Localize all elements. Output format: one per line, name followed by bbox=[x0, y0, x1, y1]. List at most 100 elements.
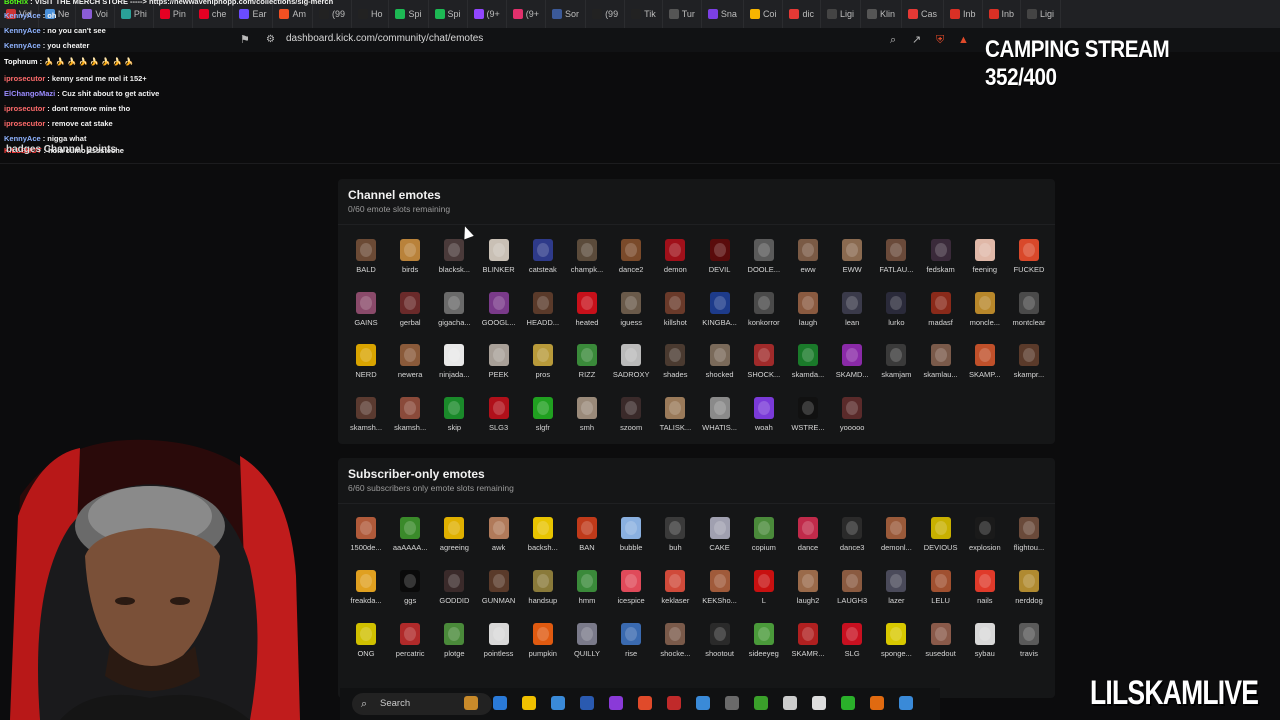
browser-tab[interactable]: Inb bbox=[983, 0, 1022, 28]
taskbar-app-icon[interactable] bbox=[783, 696, 797, 710]
emote-item[interactable]: icespice bbox=[609, 570, 653, 620]
taskbar-app-icon[interactable] bbox=[667, 696, 681, 710]
emote-item[interactable]: SKAMP... bbox=[963, 344, 1007, 394]
emote-item[interactable]: montclear bbox=[1007, 291, 1051, 342]
emote-item[interactable]: sideeyeg bbox=[742, 623, 786, 673]
emote-item[interactable]: skampr... bbox=[1007, 344, 1051, 394]
browser-tab[interactable]: Sna bbox=[702, 0, 744, 28]
emote-item[interactable]: flightou... bbox=[1007, 517, 1051, 567]
emote-item[interactable]: SKAMR... bbox=[786, 623, 830, 673]
browser-tab[interactable]: Tik bbox=[625, 0, 663, 28]
emote-item[interactable]: awk bbox=[477, 517, 521, 567]
emote-item[interactable]: demonl... bbox=[874, 517, 918, 567]
emote-item[interactable]: KINGBA... bbox=[698, 291, 742, 342]
emote-item[interactable]: skamsh... bbox=[344, 396, 388, 447]
emote-item[interactable]: LELU bbox=[919, 570, 963, 620]
emote-item[interactable]: GOOGL... bbox=[477, 291, 521, 342]
emote-item[interactable]: dance bbox=[786, 517, 830, 567]
emote-item[interactable]: birds bbox=[388, 239, 432, 289]
emote-item[interactable]: iguess bbox=[609, 291, 653, 342]
emote-item[interactable]: pumpkin bbox=[521, 623, 565, 673]
emote-item[interactable]: hmm bbox=[565, 570, 609, 620]
emote-item[interactable]: TALISK... bbox=[653, 396, 697, 447]
taskbar-app-icon[interactable] bbox=[580, 696, 594, 710]
emote-item[interactable]: shocked bbox=[698, 344, 742, 394]
taskbar-app-icon[interactable] bbox=[899, 696, 913, 710]
emote-item[interactable]: konkorror bbox=[742, 291, 786, 342]
emote-item[interactable]: aaAAAA... bbox=[388, 517, 432, 567]
browser-tab[interactable]: (9+ bbox=[468, 0, 507, 28]
emote-item[interactable]: madasf bbox=[919, 291, 963, 342]
emote-item[interactable]: champk... bbox=[565, 239, 609, 289]
emote-item[interactable]: newera bbox=[388, 344, 432, 394]
emote-item[interactable]: skamlau... bbox=[919, 344, 963, 394]
emote-item[interactable]: skip bbox=[432, 396, 476, 447]
emote-item[interactable]: skamsh... bbox=[388, 396, 432, 447]
emote-item[interactable]: DEVIOUS bbox=[919, 517, 963, 567]
emote-item[interactable]: ggs bbox=[388, 570, 432, 620]
emote-item[interactable]: backsh... bbox=[521, 517, 565, 567]
emote-item[interactable]: RIZZ bbox=[565, 344, 609, 394]
taskbar-app-icon[interactable] bbox=[870, 696, 884, 710]
emote-item[interactable]: SLG bbox=[830, 623, 874, 673]
emote-item[interactable]: shades bbox=[653, 344, 697, 394]
browser-tab[interactable]: Ligi bbox=[821, 0, 861, 28]
browser-tab[interactable]: (99 bbox=[586, 0, 626, 28]
emote-item[interactable]: dance2 bbox=[609, 239, 653, 289]
taskbar-app-icon[interactable] bbox=[754, 696, 768, 710]
taskbar-app-icon[interactable] bbox=[841, 696, 855, 710]
emote-item[interactable]: SLG3 bbox=[477, 396, 521, 447]
emote-item[interactable]: ninjada... bbox=[432, 344, 476, 394]
browser-tab[interactable]: Sor bbox=[546, 0, 587, 28]
emote-item[interactable]: fedskam bbox=[919, 239, 963, 289]
emote-item[interactable]: laugh bbox=[786, 291, 830, 342]
browser-tab[interactable]: Klin bbox=[861, 0, 902, 28]
taskbar-app-icon[interactable] bbox=[551, 696, 565, 710]
taskbar-app-icon[interactable] bbox=[696, 696, 710, 710]
browser-tab[interactable]: Ho bbox=[352, 0, 390, 28]
emote-item[interactable]: lean bbox=[830, 291, 874, 342]
emote-item[interactable]: sponge... bbox=[874, 623, 918, 673]
emote-item[interactable]: CAKE bbox=[698, 517, 742, 567]
emote-item[interactable]: slgfr bbox=[521, 396, 565, 447]
emote-item[interactable]: pros bbox=[521, 344, 565, 394]
emote-item[interactable]: BLINKER bbox=[477, 239, 521, 289]
emote-item[interactable]: killshot bbox=[653, 291, 697, 342]
emote-item[interactable]: L bbox=[742, 570, 786, 620]
emote-item[interactable]: susedout bbox=[919, 623, 963, 673]
taskbar-app-icon[interactable] bbox=[464, 696, 478, 710]
emote-item[interactable]: agreeing bbox=[432, 517, 476, 567]
emote-item[interactable]: bubble bbox=[609, 517, 653, 567]
emote-item[interactable]: blacksk... bbox=[432, 239, 476, 289]
emote-item[interactable]: ONG bbox=[344, 623, 388, 673]
emote-item[interactable]: FUCKED bbox=[1007, 239, 1051, 289]
emote-item[interactable]: 1500de... bbox=[344, 517, 388, 567]
emote-item[interactable]: moncle... bbox=[963, 291, 1007, 342]
emote-item[interactable]: demon bbox=[653, 239, 697, 289]
emote-item[interactable]: HEADD... bbox=[521, 291, 565, 342]
emote-item[interactable]: pointless bbox=[477, 623, 521, 673]
browser-tab[interactable]: Coi bbox=[744, 0, 784, 28]
emote-item[interactable]: shocke... bbox=[653, 623, 697, 673]
taskbar-app-icon[interactable] bbox=[522, 696, 536, 710]
emote-item[interactable]: LAUGH3 bbox=[830, 570, 874, 620]
emote-item[interactable]: GAINS bbox=[344, 291, 388, 342]
emote-item[interactable]: SHOCK... bbox=[742, 344, 786, 394]
browser-tab[interactable]: (9+ bbox=[507, 0, 547, 28]
emote-item[interactable]: shootout bbox=[698, 623, 742, 673]
emote-item[interactable]: QUILLY bbox=[565, 623, 609, 673]
emote-item[interactable]: GUNMAN bbox=[477, 570, 521, 620]
browser-tab[interactable]: Tur bbox=[663, 0, 702, 28]
emote-item[interactable]: skamda... bbox=[786, 344, 830, 394]
taskbar-app-icon[interactable] bbox=[609, 696, 623, 710]
emote-item[interactable]: yooooo bbox=[830, 396, 874, 447]
emote-item[interactable]: dance3 bbox=[830, 517, 874, 567]
emote-item[interactable]: gigacha... bbox=[432, 291, 476, 342]
emote-item[interactable]: EWW bbox=[830, 239, 874, 289]
emote-item[interactable]: KEKSho... bbox=[698, 570, 742, 620]
emote-item[interactable]: PEEK bbox=[477, 344, 521, 394]
taskbar-app-icon[interactable] bbox=[725, 696, 739, 710]
emote-item[interactable]: WSTRE... bbox=[786, 396, 830, 447]
emote-item[interactable]: sybau bbox=[963, 623, 1007, 673]
emote-item[interactable]: woah bbox=[742, 396, 786, 447]
